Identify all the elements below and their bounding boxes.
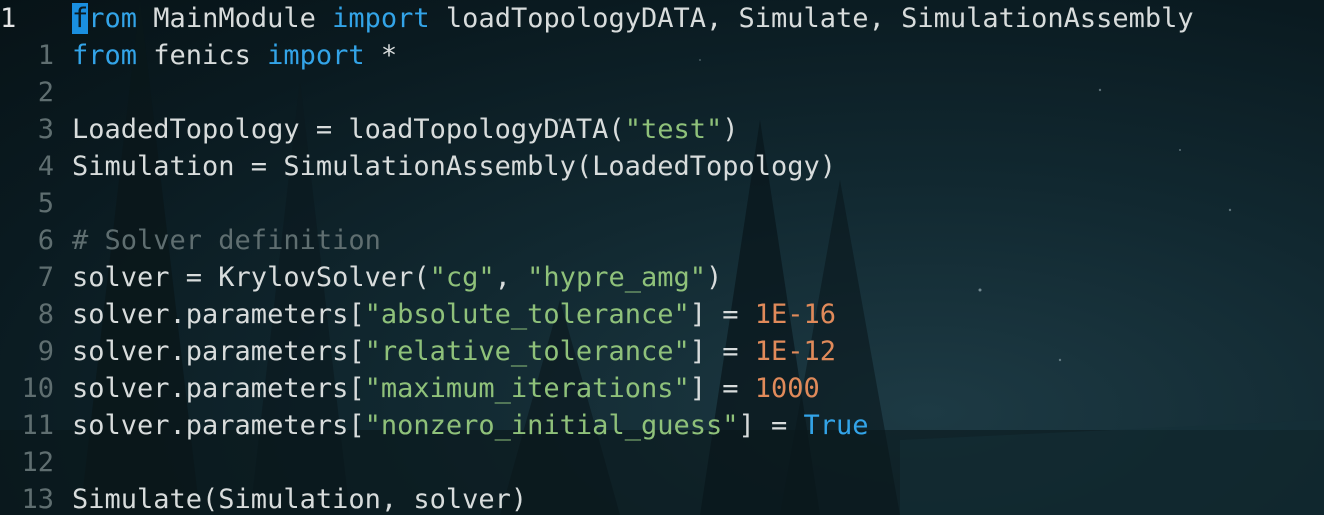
code-line[interactable]: 13 Simulate(Simulation, solver) <box>0 481 1324 515</box>
code-token: ] = <box>689 336 755 367</box>
code-text[interactable]: Simulate(Simulation, solver) <box>72 481 527 515</box>
line-number: 5 <box>37 188 54 219</box>
code-text[interactable]: solver.parameters["nonzero_initial_guess… <box>72 407 869 444</box>
code-token: MainModule <box>137 3 333 34</box>
line-number: 7 <box>37 262 54 293</box>
code-token: * <box>364 40 398 71</box>
code-line[interactable]: 8 solver.parameters["absolute_tolerance"]… <box>0 296 1324 333</box>
string-token: "cg" <box>429 262 495 293</box>
code-token: ] = <box>738 410 804 441</box>
code-line[interactable]: 4 Simulation = SimulationAssembly(LoadedT… <box>0 148 1324 185</box>
string-token: "absolute_tolerance" <box>364 299 690 330</box>
string-token: "maximum_iterations" <box>364 373 690 404</box>
code-line[interactable]: 3 LoadedTopology = loadTopologyDATA("test… <box>0 111 1324 148</box>
code-text[interactable]: Simulation = SimulationAssembly(LoadedTo… <box>72 148 836 185</box>
code-token: solver.parameters[ <box>72 299 365 330</box>
code-token: , <box>494 262 528 293</box>
code-line[interactable]: 6 # Solver definition <box>0 222 1324 259</box>
line-number: 2 <box>37 77 54 108</box>
code-token: ) <box>705 262 723 293</box>
code-text[interactable]: from fenics import * <box>72 37 397 74</box>
code-line[interactable]: 5 <box>0 185 1324 222</box>
code-text[interactable]: LoadedTopology = loadTopologyDATA("test"… <box>72 111 739 148</box>
number-token: 1000 <box>754 373 820 404</box>
line-number: 11 <box>21 410 54 441</box>
line-number: 12 <box>21 447 54 478</box>
line-number: 6 <box>37 225 54 256</box>
line-number: 9 <box>37 336 54 367</box>
code-text[interactable]: solver = KrylovSolver("cg", "hypre_amg") <box>72 259 722 296</box>
line-number: 3 <box>37 114 54 145</box>
string-token: "test" <box>624 114 723 145</box>
code-token: Simulation = SimulationAssembly(LoadedTo… <box>72 151 837 182</box>
current-line-number: 1 <box>0 3 17 34</box>
text-cursor: f <box>72 3 89 34</box>
code-token: ) <box>722 114 739 145</box>
code-token: LoadedTopology = loadTopologyDATA( <box>72 114 625 145</box>
code-line[interactable]: 1 from MainModule import loadTopologyDATA… <box>0 0 1324 37</box>
code-text[interactable]: solver.parameters["maximum_iterations"] … <box>72 370 820 407</box>
keyword-token: import <box>332 3 430 34</box>
string-token: "hypre_amg" <box>527 262 706 293</box>
code-line[interactable]: 7 solver = KrylovSolver("cg", "hypre_amg"… <box>0 259 1324 296</box>
code-line[interactable]: 10 solver.parameters["maximum_iterations"… <box>0 370 1324 407</box>
code-text[interactable]: solver.parameters["absolute_tolerance"] … <box>72 296 836 333</box>
code-token: solver.parameters[ <box>72 410 365 441</box>
keyword-token: import <box>267 40 365 71</box>
keyword-token: from <box>72 40 138 71</box>
code-line[interactable]: 12 <box>0 444 1324 481</box>
number-token: 1E-16 <box>754 299 837 330</box>
code-token: fenics <box>137 40 268 71</box>
code-text[interactable]: solver.parameters["relative_tolerance"] … <box>72 333 836 370</box>
code-text[interactable]: from MainModule import loadTopologyDATA,… <box>72 0 1194 37</box>
code-line[interactable]: 1 from fenics import * <box>0 37 1324 74</box>
code-token: solver.parameters[ <box>72 373 365 404</box>
code-line[interactable]: 11 solver.parameters["nonzero_initial_gue… <box>0 407 1324 444</box>
code-token: solver.parameters[ <box>72 336 365 367</box>
string-token: "relative_tolerance" <box>364 336 690 367</box>
keyword-token: rom <box>88 3 138 34</box>
code-line[interactable]: 2 <box>0 74 1324 111</box>
line-number: 1 <box>37 40 54 71</box>
line-number: 13 <box>21 484 54 515</box>
code-token: ] = <box>689 299 755 330</box>
line-number: 8 <box>37 299 54 330</box>
code-line[interactable]: 9 solver.parameters["relative_tolerance"]… <box>0 333 1324 370</box>
code-token: ] = <box>689 373 755 404</box>
boolean-token: True <box>803 410 869 441</box>
comment-token: # Solver definition <box>72 225 381 256</box>
line-number: 10 <box>21 373 54 404</box>
line-number: 4 <box>37 151 54 182</box>
code-token: Simulate(Simulation, solver) <box>72 484 528 515</box>
number-token: 1E-12 <box>754 336 837 367</box>
code-lines: 1 from MainModule import loadTopologyDATA… <box>0 0 1324 515</box>
code-editor[interactable]: 1 from MainModule import loadTopologyDATA… <box>0 0 1324 515</box>
code-token: solver = KrylovSolver( <box>72 262 430 293</box>
code-text[interactable]: # Solver definition <box>72 222 381 259</box>
string-token: "nonzero_initial_guess" <box>364 410 739 441</box>
code-token: loadTopologyDATA, Simulate, SimulationAs… <box>429 3 1194 34</box>
